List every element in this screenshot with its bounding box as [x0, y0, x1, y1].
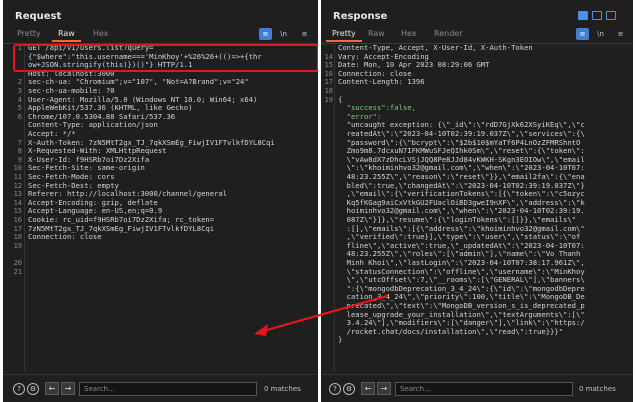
response-code-line[interactable]: /rocket.chat/docs/installation\",\"read\… [338, 327, 563, 337]
request-editor[interactable]: GET /api/v1/users.list?query= {"$where":"… [3, 44, 318, 372]
format-icon[interactable]: ≡ [576, 28, 589, 40]
highlight-box [13, 44, 318, 72]
response-line-number: 18 [324, 87, 333, 95]
response-pane: Response Pretty Raw Hex Render ≡ \n ≡ Co… [321, 0, 633, 402]
settings-gear-icon[interactable]: ⚙ [343, 383, 355, 395]
request-pane: Request Pretty Raw Hex ≡ \n ≡ GET /api/v… [3, 0, 318, 402]
layout-stacked-icon[interactable] [592, 11, 602, 20]
response-tab-hex[interactable]: Hex [401, 29, 417, 38]
response-search-input[interactable]: Search... [395, 382, 573, 396]
response-line-number: 19 [324, 95, 333, 104]
request-line-number: 21 [13, 267, 22, 276]
settings-gear-icon[interactable]: ⚙ [27, 383, 39, 395]
request-tab-hex[interactable]: Hex [93, 29, 109, 38]
next-arrow-icon[interactable]: → [377, 382, 391, 395]
response-footer: ? ⚙ ← → Search... 0 matches [321, 374, 633, 402]
request-tab-pretty[interactable]: Pretty [17, 29, 41, 38]
request-line-number: 3 [17, 87, 22, 95]
request-line-number: 8 [17, 147, 22, 156]
request-search-input[interactable]: Search... [79, 382, 257, 396]
request-tab-raw[interactable]: Raw [52, 29, 81, 42]
response-match-count: 0 matches [579, 385, 616, 393]
newline-icon[interactable]: \n [594, 28, 607, 40]
response-line-number: 14 [324, 52, 333, 61]
request-line-number: 4 [17, 95, 22, 104]
prev-arrow-icon[interactable]: ← [361, 382, 375, 395]
prev-arrow-icon[interactable]: ← [45, 382, 59, 395]
request-line-number: 7 [17, 138, 22, 147]
request-line-number: 20 [13, 259, 22, 267]
response-code-line[interactable]: } [338, 336, 342, 345]
response-line-number: 17 [324, 78, 333, 87]
request-line-number: 11 [13, 173, 22, 181]
request-line-number: 9 [17, 155, 22, 164]
request-line-number: 2 [17, 78, 22, 87]
request-line-number: 17 [13, 224, 22, 233]
format-icon[interactable]: ≡ [259, 28, 272, 40]
response-tab-render[interactable]: Render [434, 29, 462, 38]
request-match-count: 0 matches [264, 385, 301, 393]
help-icon[interactable]: ? [329, 383, 341, 395]
layout-switch-group [578, 8, 628, 22]
response-tabs: Pretty Raw Hex Render ≡ \n ≡ [321, 28, 633, 43]
request-line-number: 15 [13, 207, 22, 216]
menu-icon[interactable]: ≡ [614, 28, 627, 40]
request-footer: ? ⚙ ← → Search... 0 matches [3, 374, 318, 402]
response-tab-pretty[interactable]: Pretty [326, 29, 362, 42]
request-line-number: 19 [13, 241, 22, 250]
request-line-number: 12 [13, 181, 22, 190]
request-code-line[interactable]: Connection: close [28, 233, 102, 242]
request-line-number: 16 [13, 216, 22, 224]
request-line-number: 6 [17, 112, 22, 121]
response-line-number: 16 [324, 69, 333, 78]
help-icon[interactable]: ? [13, 383, 25, 395]
request-line-number: 10 [13, 164, 22, 173]
request-tabs: Pretty Raw Hex ≡ \n ≡ [3, 28, 318, 43]
layout-single-icon[interactable] [606, 11, 616, 20]
response-tab-raw[interactable]: Raw [368, 29, 385, 38]
request-line-number: 5 [17, 104, 22, 113]
response-code-line[interactable]: Content-Length: 1396 [338, 78, 425, 87]
request-line-number: 13 [13, 190, 22, 199]
request-title: Request [15, 11, 62, 22]
response-editor[interactable]: Content-Type, Accept, X-User-Id, X-Auth-… [321, 44, 633, 372]
response-line-number: 15 [324, 61, 333, 70]
menu-icon[interactable]: ≡ [298, 28, 311, 40]
next-arrow-icon[interactable]: → [61, 382, 75, 395]
layout-side-by-side-icon[interactable] [578, 11, 588, 20]
request-line-number: 18 [13, 233, 22, 242]
request-line-number: 14 [13, 198, 22, 207]
newline-icon[interactable]: \n [277, 28, 290, 40]
